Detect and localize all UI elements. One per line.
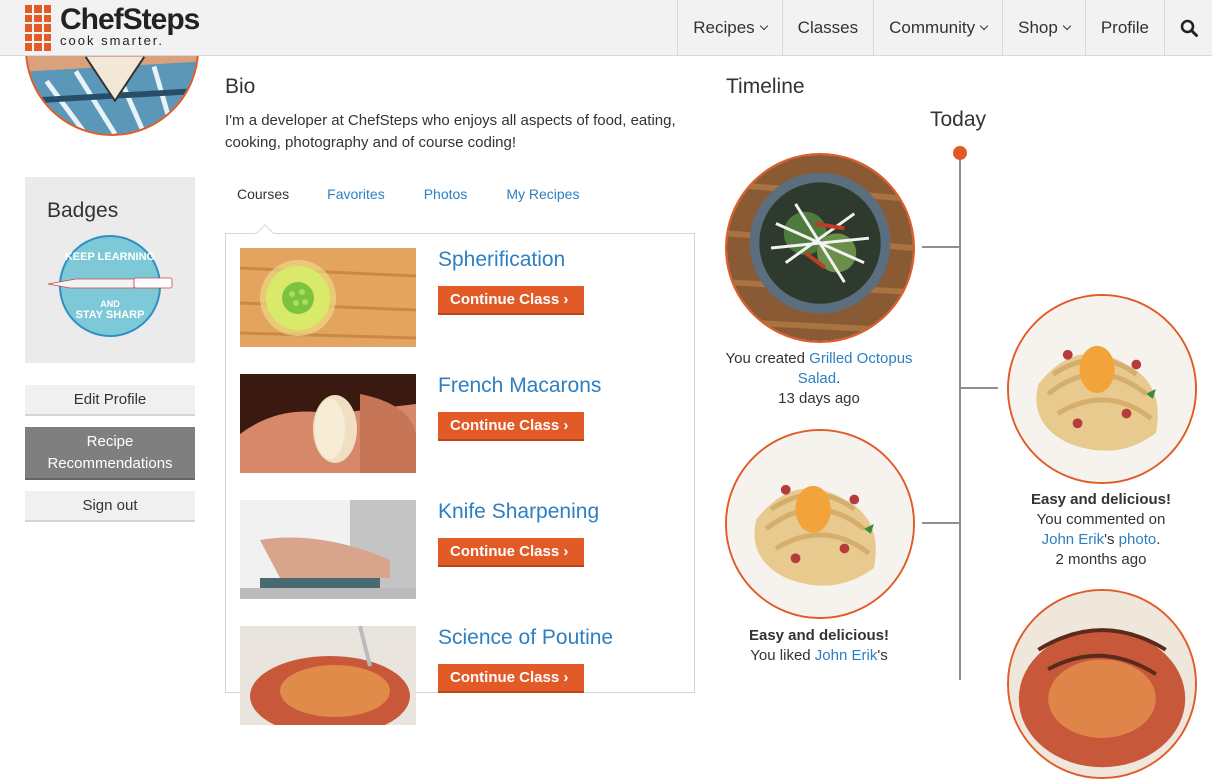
chevron-right-icon: › <box>563 417 569 434</box>
timeline-photo[interactable] <box>1007 294 1197 484</box>
timeline-photo[interactable] <box>725 429 915 619</box>
logo-name: ChefSteps <box>60 3 200 36</box>
continue-class-button[interactable]: Continue Class › <box>438 286 584 315</box>
courses-panel: Spherification Continue Class › French M… <box>225 233 695 725</box>
timeline-entry-time: 13 days ago <box>778 390 860 407</box>
chevron-right-icon: › <box>563 291 569 308</box>
chevron-down-icon <box>979 21 989 31</box>
course-title[interactable]: French Macarons <box>438 374 601 398</box>
user-link[interactable]: John Erik <box>815 647 878 664</box>
profile-tabs: Courses Favorites Photos My Recipes <box>225 186 606 202</box>
course-thumbnail[interactable] <box>240 626 416 725</box>
timeline-connector <box>960 387 998 389</box>
course-item: French Macarons Continue Class › <box>240 374 680 474</box>
knife-icon <box>47 277 173 289</box>
continue-class-button[interactable]: Continue Class › <box>438 412 584 441</box>
nav-recipes-label: Recipes <box>693 18 755 37</box>
photo-link[interactable]: photo <box>1119 531 1157 548</box>
timeline-today-dot <box>953 146 967 160</box>
badge-text-bottom: STAY SHARP <box>75 309 145 321</box>
nav-shop[interactable]: Shop <box>1002 0 1085 56</box>
badge-text-middle: AND <box>100 299 120 309</box>
chefsteps-logo[interactable]: ChefSteps cook smarter. <box>25 3 200 51</box>
nav-profile[interactable]: Profile <box>1084 0 1164 56</box>
user-link[interactable]: John Erik <box>1042 531 1105 548</box>
timeline-photo[interactable] <box>725 153 915 343</box>
course-thumbnail[interactable] <box>240 500 416 599</box>
continue-class-button[interactable]: Continue Class › <box>438 664 584 693</box>
course-item: Spherification Continue Class › <box>240 248 680 348</box>
nav-shop-label: Shop <box>1018 18 1058 37</box>
tab-my-recipes[interactable]: My Recipes <box>494 186 579 202</box>
tab-pointer <box>255 223 275 234</box>
course-item: Knife Sharpening Continue Class › <box>240 500 680 600</box>
chevron-down-icon <box>1062 21 1072 31</box>
course-title[interactable]: Spherification <box>438 248 565 272</box>
timeline-today-label: Today <box>930 108 987 131</box>
edit-profile-button[interactable]: Edit Profile <box>25 385 195 416</box>
course-title[interactable]: Knife Sharpening <box>438 500 599 524</box>
search-icon <box>1180 19 1198 37</box>
badge-text-top: KEEP LEARNING <box>64 251 156 263</box>
nav-community-label: Community <box>889 18 976 37</box>
recipe-recommendations-button[interactable]: Recipe Recommendations <box>25 427 195 480</box>
course-thumbnail[interactable] <box>240 248 416 347</box>
badges-panel: Badges KEEP LEARNING AND STAY SHARP <box>25 177 195 363</box>
nav-classes-label: Classes <box>797 18 859 37</box>
tab-favorites[interactable]: Favorites <box>315 186 385 202</box>
chevron-right-icon: › <box>563 543 569 560</box>
nav-profile-label: Profile <box>1100 18 1149 37</box>
timeline-entry-time: 2 months ago <box>1055 551 1147 568</box>
tab-courses[interactable]: Courses <box>225 186 289 202</box>
chevron-right-icon: › <box>563 669 569 686</box>
bio-title: Bio <box>225 75 256 98</box>
badges-title: Badges <box>47 199 119 222</box>
continue-class-button[interactable]: Continue Class › <box>438 538 584 567</box>
top-nav: ChefSteps cook smarter. Recipes Classes … <box>0 0 1212 56</box>
timeline-photo[interactable] <box>1007 589 1197 779</box>
timeline-entry-text: Easy and delicious! You commented on Joh… <box>1030 491 1172 568</box>
nav-recipes[interactable]: Recipes <box>677 0 781 56</box>
chevron-down-icon <box>759 21 768 31</box>
timeline-connector <box>922 522 960 524</box>
bio-text: I'm a developer at ChefSteps who enjoys … <box>225 112 676 151</box>
tab-photos[interactable]: Photos <box>412 186 468 202</box>
logo-grid-icon <box>25 5 51 51</box>
search-button[interactable] <box>1164 0 1212 56</box>
nav-community[interactable]: Community <box>873 0 1002 56</box>
timeline-title: Timeline <box>726 75 805 98</box>
recipe-link[interactable]: Grilled Octopus Salad <box>798 350 913 387</box>
nav-classes[interactable]: Classes <box>781 0 873 56</box>
timeline-entry-text: Easy and delicious! You liked John Erik'… <box>748 627 890 664</box>
timeline-entry-text: You created Grilled Octopus Salad. 13 da… <box>725 350 913 407</box>
timeline-line <box>959 160 961 680</box>
course-thumbnail[interactable] <box>240 374 416 473</box>
timeline-connector <box>922 246 960 248</box>
sign-out-button[interactable]: Sign out <box>25 491 195 522</box>
timeline-entry-heading: Easy and delicious! <box>748 627 890 644</box>
course-title[interactable]: Science of Poutine <box>438 626 613 650</box>
course-item: Science of Poutine Continue Class › <box>240 626 680 726</box>
timeline-entry-heading: Easy and delicious! <box>1030 491 1172 508</box>
